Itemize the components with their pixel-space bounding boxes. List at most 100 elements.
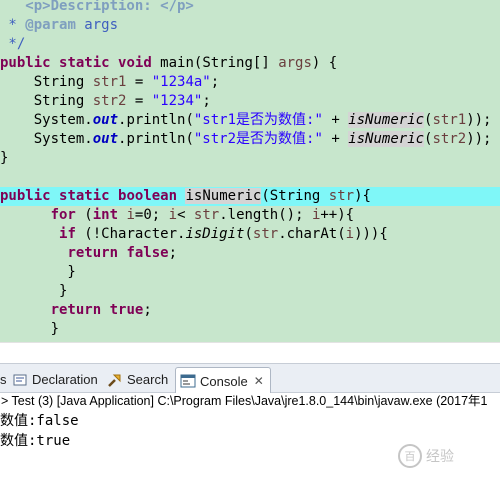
- code-line[interactable]: String str2 = "1234";: [0, 92, 500, 111]
- search-icon: [107, 372, 123, 388]
- code-line[interactable]: public static void main(String[] args) {: [0, 54, 500, 73]
- code-token: .println(: [118, 112, 194, 128]
- code-token: String: [0, 74, 93, 90]
- code-token: }: [0, 264, 76, 280]
- code-token: str2: [92, 93, 127, 109]
- code-line[interactable]: for (int i=0; i< str.length(); i++){: [0, 206, 500, 225]
- code-token: return: [50, 302, 102, 318]
- code-token: System.: [0, 112, 93, 128]
- code-token: return: [67, 245, 119, 261]
- code-token: static: [59, 188, 110, 204]
- code-token: static: [59, 55, 110, 71]
- code-token: (: [75, 207, 93, 223]
- code-line[interactable]: System.out.println("str2是否为数值:" + isNume…: [0, 130, 500, 149]
- tab-problems-label: s: [0, 372, 7, 387]
- tab-declaration[interactable]: Declaration: [12, 367, 98, 392]
- code-token: i: [126, 207, 135, 223]
- code-line-current[interactable]: public static boolean isNumeric(String s…: [0, 187, 500, 206]
- code-token: void: [118, 55, 152, 71]
- code-token: args: [278, 55, 312, 71]
- code-token: System.: [0, 131, 93, 147]
- code-token: str1: [432, 112, 467, 128]
- code-token: isNumeric: [185, 188, 262, 204]
- code-token: str: [193, 207, 220, 223]
- code-token: out: [92, 112, 119, 128]
- code-token: ) {: [311, 55, 338, 71]
- tab-problems[interactable]: s: [0, 367, 7, 392]
- code-token: */: [0, 36, 26, 52]
- code-line[interactable]: String str1 = "1234a";: [0, 73, 500, 92]
- code-token: ;: [202, 93, 211, 109]
- bottom-panel-tabbar: s Declaration Search Console ✕: [0, 363, 500, 394]
- code-token: "1234": [151, 93, 203, 109]
- code-token: isDigit: [185, 226, 245, 242]
- code-line[interactable]: System.out.println("str1是否为数值:" + isNume…: [0, 111, 500, 130]
- close-icon[interactable]: ✕: [254, 370, 264, 393]
- code-line[interactable]: return false;: [0, 244, 500, 263]
- code-token: false: [126, 245, 169, 261]
- code-token: (!Character.: [75, 226, 186, 242]
- code-editor[interactable]: <p>Description: </p> * @param args */ pub…: [0, 0, 500, 342]
- code-line[interactable]: return true;: [0, 301, 500, 320]
- code-token: String: [0, 93, 93, 109]
- console-output-line: 数值:false: [0, 413, 79, 429]
- code-line[interactable]: <p>Description: </p>: [0, 0, 500, 16]
- code-token: .charAt(: [278, 226, 346, 242]
- code-token: }: [0, 321, 60, 337]
- code-line[interactable]: [0, 168, 500, 187]
- code-line[interactable]: * @param args: [0, 16, 500, 35]
- code-token: +: [322, 112, 349, 128]
- code-token: str2: [432, 131, 467, 147]
- code-token: "str2是否为数值:": [193, 131, 323, 147]
- code-token: main(String[]: [151, 55, 279, 71]
- code-token: }: [0, 150, 9, 166]
- editor-horizontal-scrollbar[interactable]: [0, 342, 500, 360]
- code-token: <: [177, 207, 194, 223]
- code-token: ){: [354, 188, 371, 204]
- console-output-line: 数值:true: [0, 433, 71, 449]
- console-process-description: > Test (3) [Java Application] C:\Program…: [0, 393, 500, 411]
- code-token: ));: [466, 131, 492, 147]
- code-token: int: [92, 207, 119, 223]
- tab-console-label: Console: [200, 373, 248, 389]
- code-token: isNumeric: [348, 112, 425, 128]
- code-token: =: [126, 74, 152, 90]
- code-token: ))){: [354, 226, 388, 242]
- code-token: .println(: [118, 131, 194, 147]
- code-token: public: [0, 55, 51, 71]
- code-token: .length();: [219, 207, 312, 223]
- code-token: ));: [466, 112, 492, 128]
- code-token: ;: [143, 302, 152, 318]
- code-token: ;: [210, 74, 220, 90]
- code-token: ;: [168, 245, 178, 261]
- code-token: "1234a": [151, 74, 211, 90]
- code-line[interactable]: }: [0, 263, 500, 282]
- code-line[interactable]: }: [0, 149, 500, 168]
- code-line[interactable]: if (!Character.isDigit(str.charAt(i))){: [0, 225, 500, 244]
- code-token: args: [75, 17, 119, 33]
- tab-declaration-label: Declaration: [32, 372, 98, 387]
- code-token: public: [0, 188, 51, 204]
- code-token: isNumeric: [348, 131, 425, 147]
- code-line[interactable]: */: [0, 35, 500, 54]
- tab-search-label: Search: [127, 372, 169, 387]
- code-token: "str1是否为数值:": [193, 112, 323, 128]
- code-token: }: [0, 283, 68, 299]
- tab-search[interactable]: Search: [107, 367, 168, 392]
- code-token: @param: [25, 17, 76, 33]
- tab-console[interactable]: Console ✕: [175, 367, 271, 394]
- code-token: (: [244, 226, 253, 242]
- code-line[interactable]: }: [0, 320, 500, 339]
- code-token: +: [322, 131, 349, 147]
- code-token: (String: [261, 188, 329, 204]
- code-token: i: [345, 226, 355, 242]
- code-line[interactable]: }: [0, 282, 500, 301]
- declaration-icon: [12, 372, 28, 388]
